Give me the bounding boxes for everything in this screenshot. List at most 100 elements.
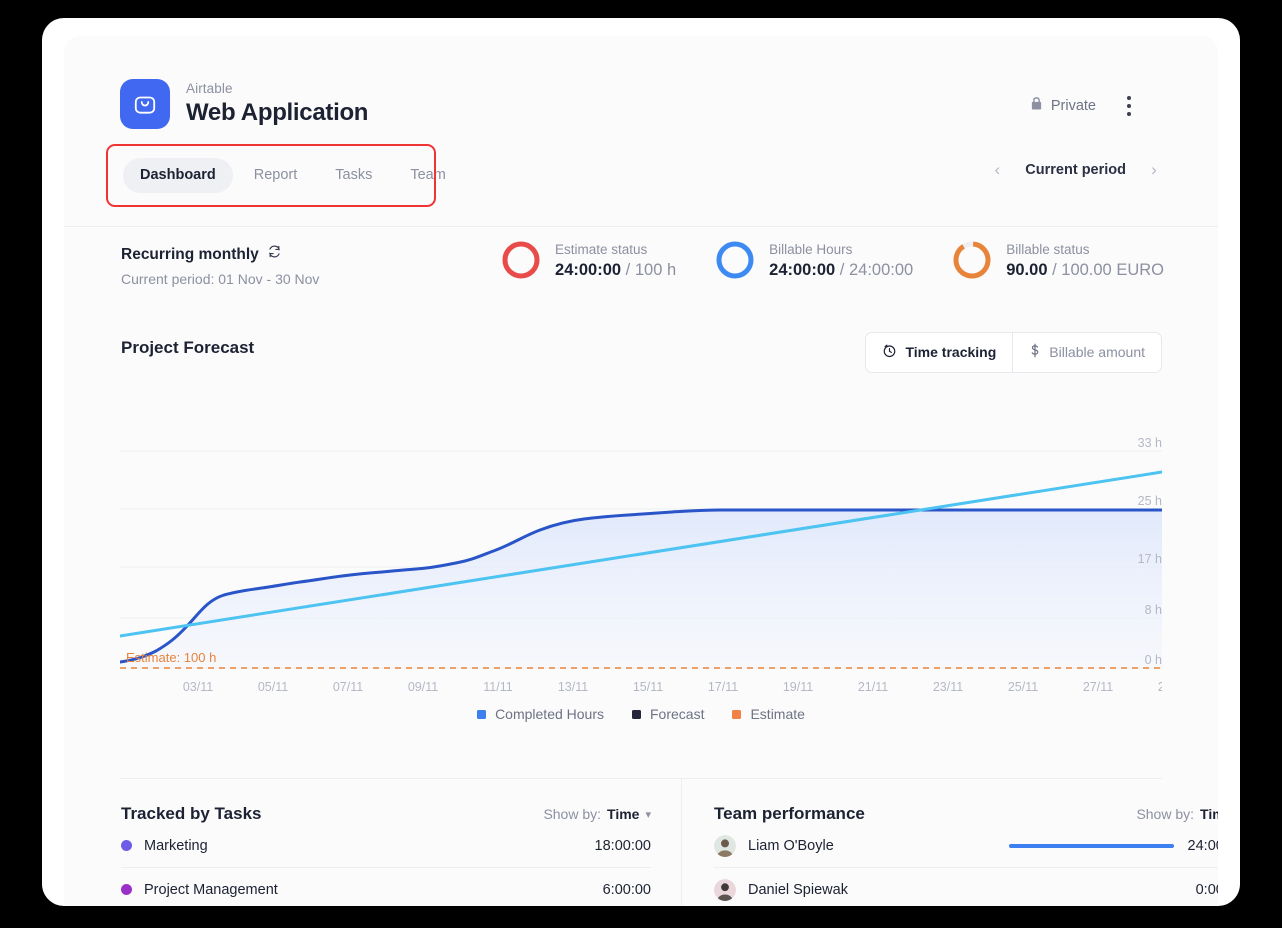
- chevron-right-icon[interactable]: ›: [1148, 160, 1160, 180]
- team-performance-showby[interactable]: Show by: Time ▾: [1136, 806, 1218, 822]
- dashboard-card: Airtable Web Application Private Dashboa…: [64, 36, 1218, 906]
- y-tick-label: 17 h: [1138, 552, 1162, 566]
- shopping-bag-icon: [120, 79, 170, 129]
- x-axis-labels: 03/11 05/11 07/11 09/11 11/11 13/11 15/1…: [183, 680, 1162, 694]
- table-row[interactable]: Daniel Spiewak 0:00:00: [714, 868, 1218, 906]
- tracked-by-tasks-title: Tracked by Tasks: [121, 804, 262, 823]
- task-name: Marketing: [144, 837, 208, 854]
- kebab-menu-icon[interactable]: [1118, 93, 1140, 119]
- app-header: Airtable Web Application: [120, 79, 368, 129]
- kebab-dot: [1127, 104, 1131, 108]
- member-amount: 0:00:00: [1195, 881, 1218, 898]
- toggle-billable-amount[interactable]: Billable amount: [1012, 333, 1161, 372]
- x-tick-label: 05/11: [258, 680, 288, 694]
- x-tick-label: 27/11: [1083, 680, 1113, 694]
- stat-label: Billable Hours: [769, 241, 853, 257]
- stopwatch-icon: [882, 343, 897, 362]
- team-performance-panel: Team performance Show by: Time ▾ Liam O'…: [714, 804, 1218, 906]
- member-amount: 24:00:00: [1187, 837, 1218, 854]
- stat-estimate-status: Estimate status 24:00:00 / 100 h: [500, 239, 676, 281]
- x-tick-label: 09/11: [408, 680, 438, 694]
- stat-value: 90.00 / 100.00 EURO: [1006, 259, 1164, 281]
- task-color-dot: [121, 884, 132, 895]
- member-name: Liam O'Boyle: [748, 837, 834, 854]
- tracked-by-tasks-showby[interactable]: Show by: Time ▾: [543, 806, 651, 822]
- legend-swatch: [732, 709, 742, 719]
- billable-status-donut: [953, 241, 991, 279]
- legend-swatch: [632, 709, 641, 719]
- estimate-annotation: Estimate: 100 h: [126, 650, 216, 665]
- section-divider: [120, 778, 1162, 779]
- tab-tasks[interactable]: Tasks: [318, 158, 389, 193]
- lock-icon: [1030, 96, 1043, 115]
- showby-prefix: Show by:: [543, 806, 602, 822]
- stat-billable-status: Billable status 90.00 / 100.00 EURO: [951, 239, 1164, 281]
- privacy-label: Private: [1050, 97, 1096, 114]
- chevron-left-icon[interactable]: ‹: [991, 160, 1003, 180]
- recurring-info: Recurring monthly Current period: 01 Nov…: [121, 244, 319, 290]
- toggle-time-tracking[interactable]: Time tracking: [866, 333, 1012, 372]
- performance-bar: [1017, 888, 1182, 892]
- y-tick-label: 8 h: [1145, 603, 1162, 617]
- legend-label: Forecast: [650, 706, 705, 722]
- stat-separator: /: [1047, 260, 1062, 279]
- x-tick-label: 13/11: [558, 680, 588, 694]
- showby-prefix: Show by:: [1136, 806, 1195, 822]
- stat-separator: /: [621, 260, 635, 279]
- stat-total: 100 h: [634, 260, 677, 279]
- chart-legend: Completed Hours Forecast Estimate: [120, 706, 1162, 722]
- chevron-down-icon: ▾: [645, 808, 651, 821]
- table-row[interactable]: Project Management 6:00:00: [121, 868, 651, 906]
- privacy-badge[interactable]: Private: [1030, 96, 1096, 115]
- stat-current: 24:00:00: [769, 260, 836, 279]
- table-row[interactable]: Liam O'Boyle 24:00:00: [714, 824, 1218, 868]
- table-row[interactable]: Marketing 18:00:00: [121, 824, 651, 868]
- x-tick-label: 07/11: [333, 680, 363, 694]
- x-tick-label: 15/11: [633, 680, 663, 694]
- kebab-dot: [1127, 112, 1131, 116]
- task-amount: 18:00:00: [594, 837, 651, 854]
- page-title: Web Application: [186, 99, 369, 126]
- stat-total: 24:00:00: [848, 260, 914, 279]
- recurring-subtitle: Current period: 01 Nov - 30 Nov: [121, 271, 320, 287]
- estimate-status-donut: [502, 241, 540, 279]
- stat-current: 90.00: [1006, 260, 1048, 279]
- kebab-dot: [1127, 96, 1131, 100]
- x-tick-label: 03/11: [183, 680, 213, 694]
- stat-value: 24:00:00 / 24:00:00: [769, 259, 913, 281]
- chart-canvas: Estimate: 100 h 33 h 25 h 17 h 8 h 0 h 0…: [120, 436, 1162, 694]
- team-performance-title: Team performance: [714, 804, 865, 823]
- completed-hours-area: [120, 510, 1162, 668]
- billable-hours-donut: [716, 241, 754, 279]
- tab-dashboard[interactable]: Dashboard: [123, 158, 233, 193]
- header-divider: [64, 226, 1218, 227]
- dollar-icon: [1029, 343, 1041, 362]
- period-label: Current period: [1025, 162, 1126, 178]
- project-forecast-chart: Estimate: 100 h 33 h 25 h 17 h 8 h 0 h 0…: [120, 406, 1162, 722]
- x-tick-label: 17/11: [708, 680, 738, 694]
- metric-toggle: Time tracking Billable amount: [865, 332, 1162, 373]
- avatar: [714, 878, 736, 901]
- legend-label: Completed Hours: [495, 706, 604, 722]
- toggle-label: Billable amount: [1049, 344, 1145, 360]
- legend-item-completed-hours[interactable]: Completed Hours: [477, 706, 604, 722]
- tab-team[interactable]: Team: [393, 158, 462, 193]
- legend-item-forecast[interactable]: Forecast: [632, 706, 704, 722]
- performance-bar-fill: [1008, 843, 1174, 848]
- task-name: Project Management: [144, 881, 278, 898]
- performance-bar: [1008, 843, 1174, 848]
- app-subtitle: Airtable: [186, 81, 233, 96]
- x-tick-label: 21/11: [858, 680, 888, 694]
- stats-row: Estimate status 24:00:00 / 100 h Billabl…: [500, 239, 1164, 281]
- stat-separator: /: [835, 260, 849, 279]
- panel-divider: [681, 778, 682, 906]
- avatar: [714, 834, 736, 857]
- stat-label: Estimate status: [555, 241, 648, 257]
- legend-item-estimate[interactable]: Estimate: [732, 706, 805, 722]
- tab-bar: Dashboard Report Tasks Team: [123, 158, 463, 193]
- x-tick-label: 29/11: [1158, 680, 1162, 694]
- stat-billable-hours: Billable Hours 24:00:00 / 24:00:00: [714, 239, 913, 281]
- showby-value: Time: [1200, 806, 1218, 822]
- task-amount: 6:00:00: [602, 881, 651, 898]
- tab-report[interactable]: Report: [237, 158, 315, 193]
